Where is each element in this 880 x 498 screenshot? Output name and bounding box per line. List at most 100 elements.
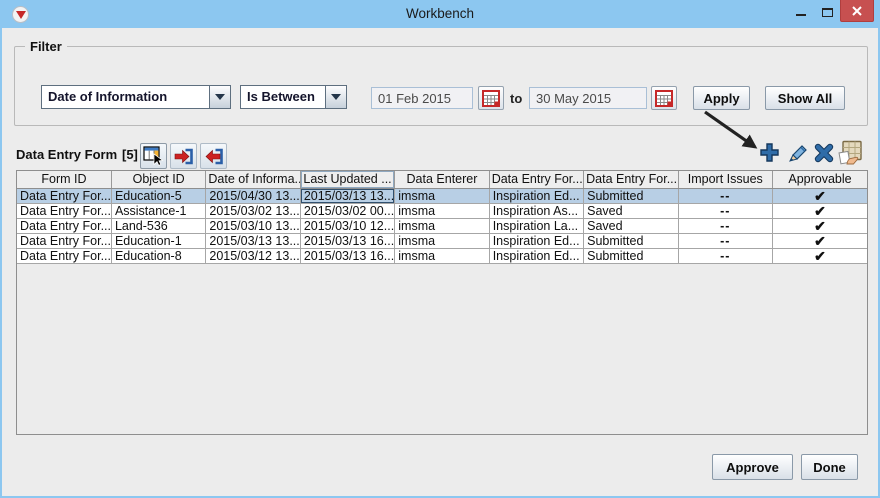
table-cell[interactable]: 2015/04/30 13... [206,188,300,203]
filter-operator-value: Is Between [241,86,325,108]
table-row[interactable]: Data Entry For...Education-82015/03/12 1… [17,248,867,263]
table-cell[interactable]: Inspiration As... [489,203,583,218]
table-cell[interactable]: ✔ [773,218,868,233]
table-cell[interactable]: Saved [584,203,678,218]
table-row[interactable]: Data Entry For...Land-5362015/03/10 13..… [17,218,867,233]
data-entry-form-label: Data Entry Form [16,147,117,162]
table-cell[interactable]: Education-5 [111,188,205,203]
table-cell[interactable]: -- [678,248,772,263]
to-label: to [510,91,522,106]
table-cell[interactable]: -- [678,203,772,218]
calendar-icon [482,90,500,107]
delete-record-button[interactable] [811,139,837,166]
filter-group-label: Filter [25,39,67,54]
table-cell[interactable]: 2015/03/13 16... [300,233,394,248]
column-header[interactable]: Approvable [773,171,868,188]
calendar-icon [655,90,673,107]
table-cell[interactable]: ✔ [773,233,868,248]
check-in-button[interactable] [170,143,197,169]
table-cell[interactable]: -- [678,188,772,203]
maximize-icon [822,8,833,17]
approve-button[interactable]: Approve [712,454,793,480]
table-cell[interactable]: 2015/03/02 00... [300,203,394,218]
date-to-field[interactable] [529,87,647,109]
open-records-window-button[interactable] [140,143,167,169]
filter-group: Filter Date of Information Is Between to [14,46,868,126]
maximize-button[interactable] [814,0,840,22]
date-from-field[interactable] [371,87,473,109]
table-cell[interactable]: ✔ [773,248,868,263]
table-cell[interactable]: imsma [395,203,489,218]
table-cell[interactable]: Data Entry For... [17,188,111,203]
column-header[interactable]: Date of Informa.. [206,171,300,188]
table-cell[interactable]: 2015/03/13 13... [206,233,300,248]
column-header[interactable]: Data Entry For... [489,171,583,188]
table-cell[interactable]: 2015/03/10 12... [300,218,394,233]
table-cell[interactable]: 2015/03/12 13... [206,248,300,263]
table-cell[interactable]: 2015/03/13 13... [300,188,394,203]
table-cell[interactable]: 2015/03/13 16... [300,248,394,263]
show-on-map-button[interactable] [837,139,863,166]
dropdown-arrow-button[interactable] [209,86,230,108]
table-cell[interactable]: -- [678,218,772,233]
table-cell[interactable]: 2015/03/02 13... [206,203,300,218]
minimize-button[interactable] [788,0,814,22]
column-header[interactable]: Last Updated ... [300,171,394,188]
column-header[interactable]: Data Entry For... [584,171,678,188]
table-cell[interactable]: Data Entry For... [17,218,111,233]
add-record-button[interactable] [756,139,782,166]
done-button[interactable]: Done [801,454,858,480]
table-cell[interactable]: Submitted [584,188,678,203]
column-header[interactable]: Form ID [17,171,111,188]
filter-field-value: Date of Information [42,86,209,108]
date-from-calendar-button[interactable] [478,86,504,110]
data-entry-form-table: Form IDObject IDDate of Informa..Last Up… [16,170,868,435]
minimize-icon [796,14,806,16]
date-to-calendar-button[interactable] [651,86,677,110]
table-cell[interactable]: Education-8 [111,248,205,263]
show-all-button[interactable]: Show All [765,86,845,110]
filter-field-dropdown[interactable]: Date of Information [41,85,231,109]
edit-icon [787,141,810,164]
filter-operator-dropdown[interactable]: Is Between [240,85,347,109]
table-cell[interactable]: 2015/03/10 13... [206,218,300,233]
close-button[interactable] [840,0,874,22]
table-cell[interactable]: imsma [395,218,489,233]
check-out-icon [203,147,224,166]
table-cell[interactable]: ✔ [773,203,868,218]
table-cell[interactable]: imsma [395,248,489,263]
check-out-button[interactable] [200,143,227,169]
table-cell[interactable]: Inspiration La... [489,218,583,233]
table-cell[interactable]: Education-1 [111,233,205,248]
titlebar[interactable]: Workbench [0,0,880,28]
edit-record-button[interactable] [785,139,811,166]
table-cell[interactable]: ✔ [773,188,868,203]
table-cell[interactable]: Data Entry For... [17,248,111,263]
table-row[interactable]: Data Entry For...Education-52015/04/30 1… [17,188,867,203]
table-cell[interactable]: imsma [395,233,489,248]
table-cell[interactable]: Assistance-1 [111,203,205,218]
table-cell[interactable]: Data Entry For... [17,203,111,218]
table-cell[interactable]: Inspiration Ed... [489,188,583,203]
table-cell[interactable]: Land-536 [111,218,205,233]
table-row[interactable]: Data Entry For...Assistance-12015/03/02 … [17,203,867,218]
column-header[interactable]: Object ID [111,171,205,188]
window-controls [788,0,874,28]
dropdown-arrow-button[interactable] [325,86,346,108]
table-cell[interactable]: Saved [584,218,678,233]
table-cell[interactable]: Submitted [584,233,678,248]
table-cell[interactable]: Submitted [584,248,678,263]
column-header[interactable]: Import Issues [678,171,772,188]
table-cell[interactable]: -- [678,233,772,248]
table-row[interactable]: Data Entry For...Education-12015/03/13 1… [17,233,867,248]
table-cell[interactable]: Inspiration Ed... [489,248,583,263]
window-title: Workbench [0,6,880,21]
column-header[interactable]: Data Enterer [395,171,489,188]
check-in-icon [173,147,194,166]
apply-button[interactable]: Apply [693,86,750,110]
map-hand-icon [838,140,863,165]
table-header-row: Form IDObject IDDate of Informa..Last Up… [17,171,867,188]
table-cell[interactable]: imsma [395,188,489,203]
table-cell[interactable]: Inspiration Ed... [489,233,583,248]
table-cell[interactable]: Data Entry For... [17,233,111,248]
